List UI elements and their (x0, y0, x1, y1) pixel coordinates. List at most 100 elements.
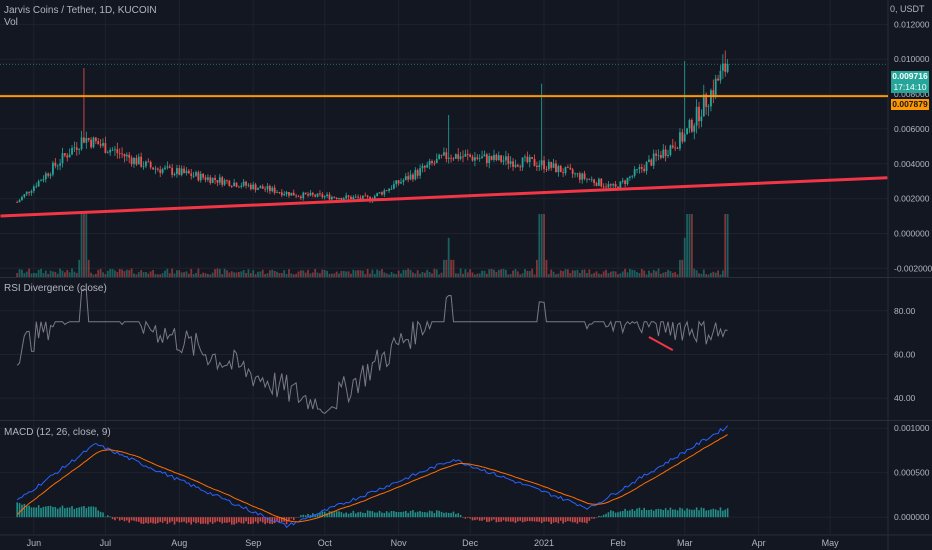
currency-label[interactable]: 0, USDT (890, 4, 925, 14)
candle-body (543, 160, 545, 170)
candle-body (381, 192, 383, 195)
rsi-line (16, 288, 728, 415)
candle-body (688, 120, 691, 129)
candle-body (199, 173, 202, 181)
volume-bar (445, 259, 448, 277)
candle-body (142, 166, 145, 168)
panel-divider[interactable] (0, 420, 932, 421)
macd-histogram-bar (409, 510, 412, 518)
macd-histogram-bar (505, 517, 507, 522)
candle-body (521, 157, 524, 168)
candle-body (233, 182, 236, 187)
macd-histogram-bar (397, 511, 400, 518)
candle-body (345, 195, 348, 199)
macd-histogram-bar (259, 517, 262, 522)
candle-body (316, 193, 319, 197)
volume-bar (488, 269, 491, 277)
candle-body (631, 175, 634, 177)
macd-histogram-bar (128, 517, 131, 523)
panel-divider[interactable] (0, 277, 932, 278)
candle-body (68, 154, 71, 158)
candle-body (471, 156, 474, 161)
candle-body (202, 173, 205, 178)
candle-body (645, 162, 648, 171)
candle-body (652, 153, 655, 166)
volume-bar (121, 269, 123, 277)
candle-body (693, 125, 696, 132)
macd-histogram-bar (304, 515, 307, 518)
candle-body (621, 180, 624, 182)
candle-body (299, 196, 302, 199)
candle-body (226, 180, 228, 181)
candle-body (216, 179, 219, 183)
candle-body (75, 147, 78, 150)
macd-histogram-bar (166, 517, 169, 524)
price-axis[interactable]: 0.0120000.0100000.0080000.0060000.004000… (894, 19, 932, 522)
candle-body (71, 147, 73, 155)
macd-histogram-bar (433, 513, 436, 518)
volume-bar (564, 269, 567, 277)
macd-histogram-bar (664, 508, 667, 518)
candle-body (550, 161, 553, 168)
macd-histogram-bar (474, 517, 476, 521)
macd-histogram-bar (373, 512, 376, 518)
volume-bar (624, 268, 627, 277)
candle-body (176, 168, 178, 174)
macd-histogram-bar (192, 517, 195, 522)
candle-body (636, 169, 638, 170)
volume-bar (550, 269, 553, 277)
macd-histogram-bar (400, 512, 402, 518)
candle-body (438, 154, 441, 159)
macd-histogram-bar (335, 511, 338, 518)
volume-bar (21, 269, 23, 277)
volume-bar (450, 259, 452, 277)
candle-body (633, 169, 636, 176)
macd-histogram-bar (645, 510, 648, 518)
y-tick-label: 0.002000 (894, 194, 930, 204)
candle-body (161, 169, 164, 173)
candle-body (44, 173, 47, 180)
macd-histogram-bar (64, 508, 66, 518)
candle-body (254, 184, 257, 190)
candle-body (443, 152, 445, 156)
macd-histogram-bar (340, 512, 343, 518)
symbol-title: Jarvis Coins / Tether, 1D, KUCOIN (4, 5, 157, 16)
candle-body (378, 192, 381, 194)
macd-histogram-bar (662, 510, 665, 518)
macd-histogram-bar (297, 517, 300, 518)
time-axis[interactable]: Jun Jul Aug Sep Oct Nov Dec 2021 Feb Mar Apr May (27, 538, 840, 548)
candle-body (321, 194, 324, 198)
y-tick-label: 0.000000 (894, 228, 930, 238)
candle-body (590, 179, 593, 181)
volume-bar (447, 237, 450, 277)
candle-body (223, 180, 226, 185)
chart-canvas[interactable]: 0.0120000.0100000.0080000.0060000.004000… (0, 0, 932, 550)
candle-body (326, 194, 329, 197)
macd-histogram-bar (593, 517, 595, 519)
macd-histogram-bar (257, 517, 259, 524)
volume-bar (416, 270, 419, 277)
macd-histogram-bar (667, 510, 669, 518)
macd-histogram-bar (624, 508, 626, 518)
candle-body (602, 186, 605, 188)
y-tick-label: 0.004000 (894, 159, 930, 169)
candle-body (245, 181, 247, 186)
macd-histogram-bar (92, 506, 95, 518)
macd-histogram-bar (602, 514, 605, 518)
candle-body (154, 168, 157, 170)
volume-bar (693, 268, 696, 277)
candle-body (624, 180, 627, 185)
candle-body (152, 167, 154, 170)
candle-body (190, 173, 193, 177)
macd-histogram-bar (180, 517, 183, 523)
candle-body (404, 176, 407, 181)
volume-bar (261, 269, 264, 277)
macd-histogram-bar (490, 517, 493, 521)
macd-histogram-bar (109, 516, 111, 518)
last-price-tag: 0.009716 (891, 71, 929, 82)
candle-body (574, 173, 576, 175)
volume-bar (469, 269, 472, 277)
candle-body (450, 157, 452, 159)
candle-body (292, 192, 295, 196)
candle-body (421, 165, 424, 169)
